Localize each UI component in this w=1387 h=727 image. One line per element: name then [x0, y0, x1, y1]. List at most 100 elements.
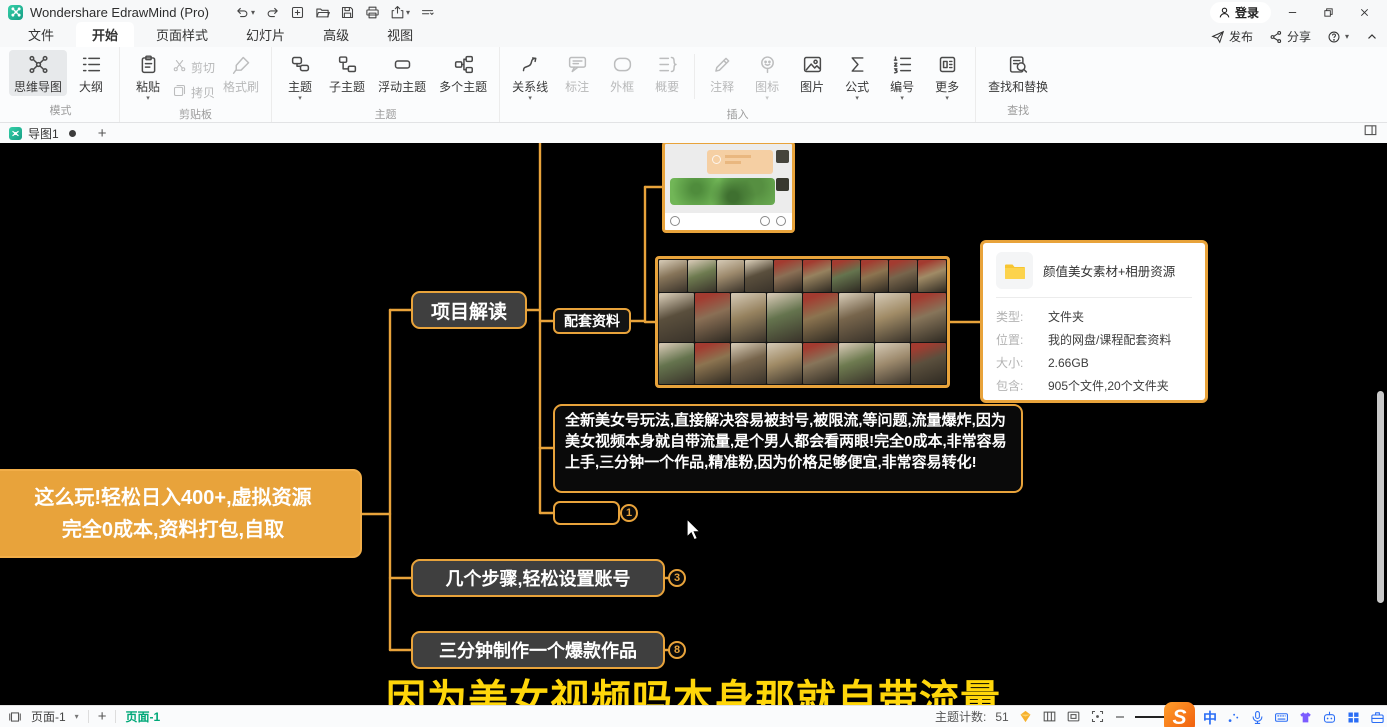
ribbon-group: 关系线▾标注外框概要注释图标▾图片公式▾编号▾更多▾插入	[499, 47, 975, 122]
description-text-node[interactable]: 全新美女号玩法,直接解决容易被封号,被限流,等问题,流量爆炸,因为美女视频本身就…	[553, 404, 1023, 493]
menu-tab-4[interactable]: 幻灯片	[230, 22, 301, 47]
minimize-button[interactable]	[1277, 1, 1307, 23]
chat-screenshot-image[interactable]	[662, 143, 795, 233]
relationship-button[interactable]: 关系线▾	[507, 50, 553, 103]
mindmap-button[interactable]: 思维导图	[9, 50, 67, 96]
gem-icon[interactable]	[1018, 709, 1033, 724]
page-selector[interactable]: 页面-1	[31, 708, 66, 725]
project-analysis-node[interactable]: 项目解读	[411, 291, 527, 329]
ime-toolbox-icon[interactable]	[1369, 710, 1385, 726]
ribbon-group-caption: 查找	[1007, 99, 1029, 122]
file-info-card[interactable]: 颜值美女素材+相册资源 类型:文件夹位置:我的网盘/课程配套资料大小:2.66G…	[980, 240, 1208, 403]
ime-mode-chinese[interactable]: 中	[1203, 708, 1217, 727]
numbering-button[interactable]: 编号▾	[881, 50, 923, 103]
help-button[interactable]: ▾	[1327, 30, 1349, 44]
new-file-icon[interactable]	[290, 5, 305, 20]
add-page-button[interactable]: +	[98, 708, 107, 725]
support-material-node[interactable]: 配套资料	[553, 308, 631, 334]
multiple-topics-button[interactable]: 多个主题	[434, 50, 492, 96]
undo-icon[interactable]: ▾	[235, 5, 255, 20]
status-bar: 页面-1 ▾ + 页面-1 主题计数: 51 S 中	[0, 705, 1387, 727]
ribbon-group: 主题▾子主题浮动主题多个主题主题	[271, 47, 499, 122]
page-selector-caret-icon[interactable]: ▾	[75, 712, 79, 721]
ime-robot-icon[interactable]	[1321, 710, 1337, 726]
chevron-up-icon	[1365, 30, 1379, 44]
dropdown-caret-icon: ▾	[900, 96, 904, 102]
menu-bar: 文件开始页面样式幻灯片高级视图 发布 分享 ▾	[0, 24, 1387, 47]
share-button[interactable]: 分享	[1269, 28, 1311, 45]
mindmap-canvas[interactable]: 颜值美女素材+相册资源 类型:文件夹位置:我的网盘/课程配套资料大小:2.66G…	[0, 143, 1387, 705]
help-icon	[1327, 30, 1341, 44]
redo-icon[interactable]	[265, 5, 280, 20]
copy-icon	[172, 83, 187, 101]
menu-tab-3[interactable]: 页面样式	[140, 22, 224, 47]
more-button[interactable]: 更多▾	[926, 50, 968, 103]
close-button[interactable]	[1349, 1, 1379, 23]
file-card-title: 颜值美女素材+相册资源	[1043, 261, 1175, 280]
photo-grid-image[interactable]	[655, 256, 950, 388]
picture-icon	[802, 54, 823, 75]
edrawmind-logo-icon	[8, 5, 23, 20]
more-icon	[937, 54, 958, 75]
comment-icon	[712, 54, 733, 75]
outline-view-icon[interactable]	[1042, 709, 1057, 724]
menu-tabs: 文件开始页面样式幻灯片高级视图	[12, 22, 429, 47]
central-topic-node[interactable]: 这么玩!轻松日入400+,虚拟资源 完全0成本,资料打包,自取	[0, 469, 362, 558]
login-button[interactable]: 登录	[1210, 2, 1271, 23]
dropdown-caret-icon: ▾	[765, 96, 769, 102]
dropdown-caret-icon: ▾	[146, 96, 150, 102]
restore-button[interactable]	[1313, 1, 1343, 23]
open-file-icon[interactable]	[315, 5, 330, 20]
menu-tab-1[interactable]: 文件	[12, 22, 70, 47]
collapse-badge[interactable]: 3	[668, 569, 686, 587]
vertical-scrollbar[interactable]	[1377, 391, 1384, 603]
page-tab[interactable]: 页面-1	[125, 708, 160, 725]
ime-keyboard-icon[interactable]	[1273, 710, 1289, 726]
paste-button[interactable]: 粘贴▾	[127, 50, 169, 103]
ribbon: 思维导图大纲模式粘贴▾剪切拷贝格式刷剪贴板主题▾子主题浮动主题多个主题主题关系线…	[0, 47, 1387, 123]
menu-tab-2[interactable]: 开始	[76, 22, 134, 47]
publish-button[interactable]: 发布	[1211, 28, 1253, 45]
menu-tab-6[interactable]: 视图	[371, 22, 429, 47]
empty-topic-node[interactable]	[553, 501, 620, 525]
slideshow-icon[interactable]	[1066, 709, 1081, 724]
fit-screen-icon[interactable]	[1090, 709, 1105, 724]
photo-row	[659, 293, 946, 341]
menu-tab-5[interactable]: 高级	[307, 22, 365, 47]
add-map-button[interactable]: +	[98, 125, 107, 142]
subtopic-button[interactable]: 子主题	[324, 50, 370, 96]
outline-button[interactable]: 大纲	[70, 50, 112, 96]
find-replace-button[interactable]: 查找和替换	[983, 50, 1053, 96]
setup-steps-node[interactable]: 几个步骤,轻松设置账号	[411, 559, 665, 597]
avatar	[776, 178, 789, 191]
panel-toggle-button[interactable]	[1363, 123, 1378, 143]
toolbar-more-icon[interactable]	[420, 5, 435, 20]
callout-button: 标注	[556, 50, 598, 96]
sogou-logo-icon[interactable]: S	[1164, 702, 1195, 727]
ime-mic-icon[interactable]	[1249, 710, 1265, 726]
video-subtitle: 因为美女视频吗本身那就自带流量	[0, 667, 1387, 705]
ribbon-group-caption: 主题	[375, 103, 397, 126]
collapse-ribbon-button[interactable]	[1365, 30, 1379, 44]
cut-button: 剪切	[172, 58, 215, 76]
save-icon[interactable]	[340, 5, 355, 20]
zoom-out-icon[interactable]	[1114, 711, 1126, 723]
export-icon[interactable]: ▾	[390, 5, 410, 20]
summary-icon	[657, 54, 678, 75]
title-bar: Wondershare EdrawMind (Pro) ▾▾ 登录	[0, 0, 1387, 24]
ime-cursor-dots-icon[interactable]	[1225, 710, 1241, 726]
ime-grid-icon[interactable]	[1345, 710, 1361, 726]
formula-button[interactable]: 公式▾	[836, 50, 878, 103]
collapse-badge[interactable]: 1	[620, 504, 638, 522]
collapse-badge[interactable]: 8	[668, 641, 686, 659]
chat-input-bar	[665, 213, 792, 230]
floating-topic-button[interactable]: 浮动主题	[373, 50, 431, 96]
topic-button[interactable]: 主题▾	[279, 50, 321, 103]
print-icon[interactable]	[365, 5, 380, 20]
ribbon-divider	[694, 54, 695, 99]
ime-skin-icon[interactable]	[1297, 710, 1313, 726]
make-video-node[interactable]: 三分钟制作一个爆款作品	[411, 631, 665, 669]
document-tab[interactable]: 导图1	[28, 125, 59, 142]
pages-panel-icon[interactable]	[8, 710, 22, 724]
picture-button[interactable]: 图片	[791, 50, 833, 96]
